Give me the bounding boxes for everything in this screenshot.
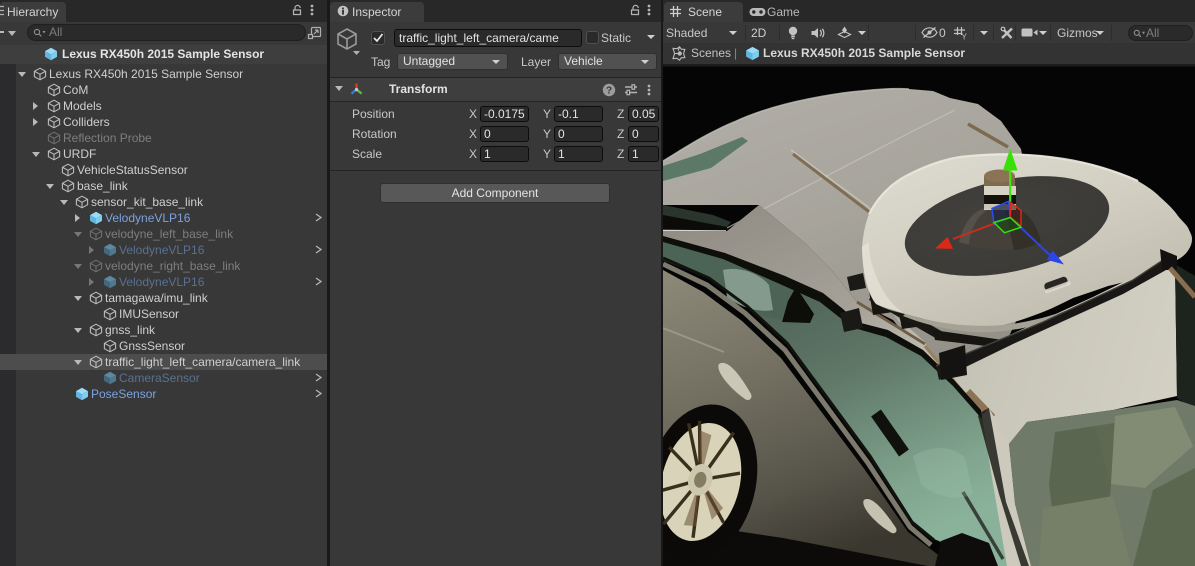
svg-text:Y: Y <box>962 32 968 40</box>
svg-text:?: ? <box>606 85 612 96</box>
